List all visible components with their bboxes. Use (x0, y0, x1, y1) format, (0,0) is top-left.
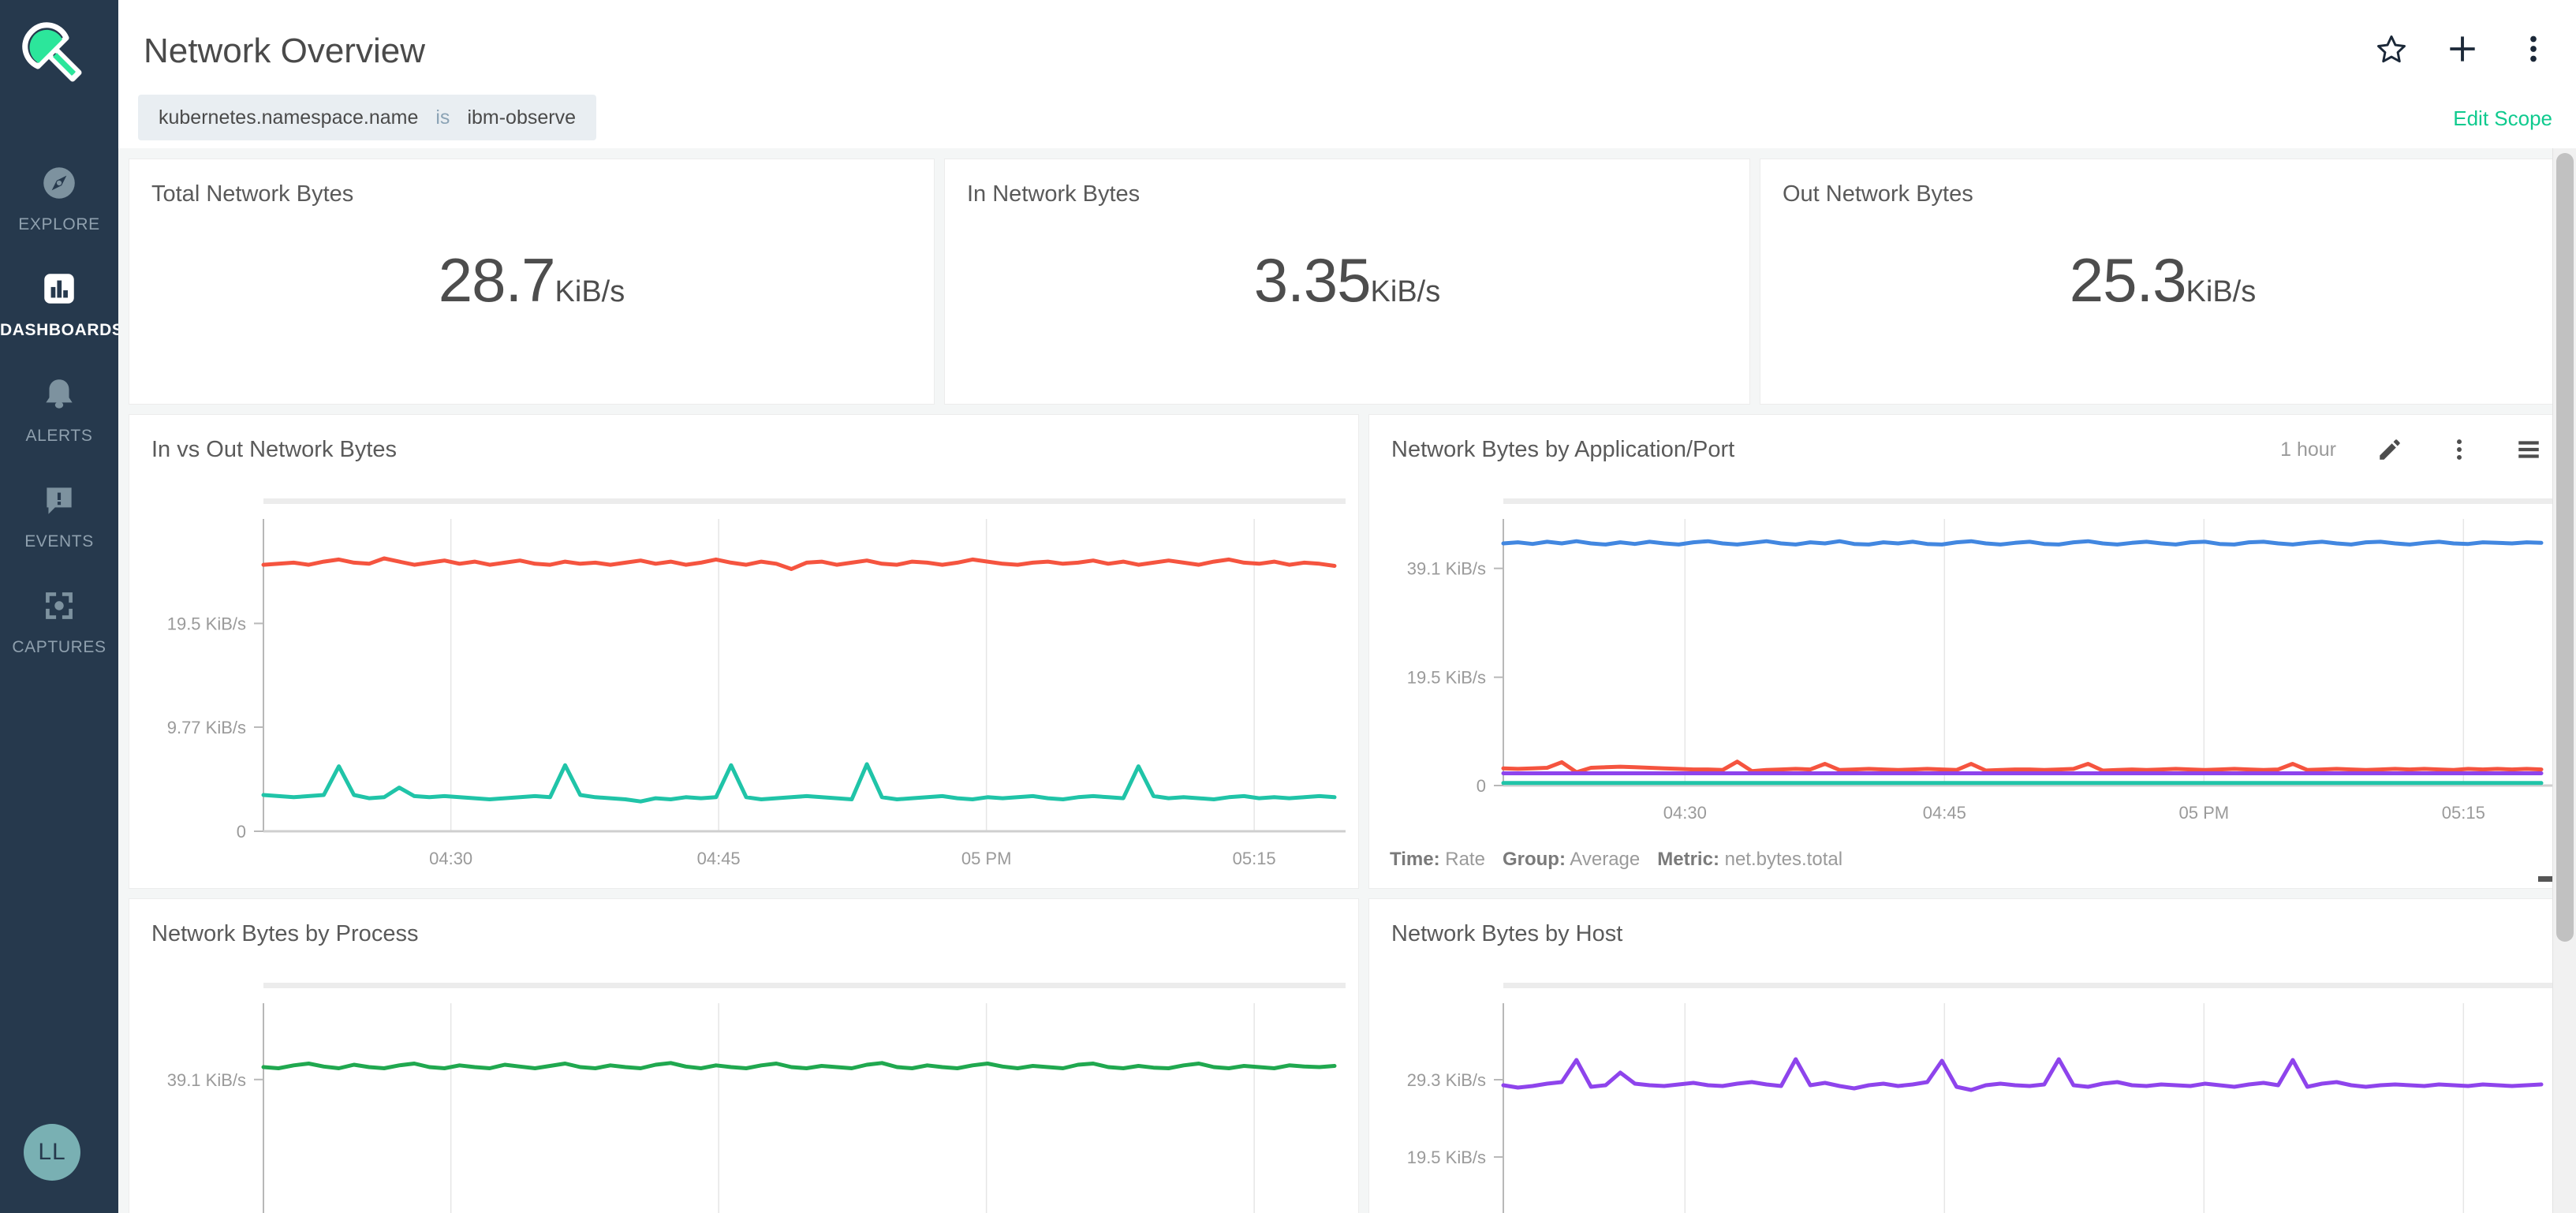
footer-group-value: Average (1570, 849, 1641, 870)
scope-key: kubernetes.namespace.name (159, 106, 419, 129)
summary-unit: KiB/s (1370, 275, 1441, 308)
footer-time-label: Time: (1390, 849, 1440, 870)
main-content: Network Overview kubernetes.namespace.na… (118, 0, 2576, 1213)
svg-text:19.5 KiB/s: 19.5 KiB/s (1407, 1148, 1486, 1167)
summary-value-wrap: 3.35KiB/s (945, 244, 1749, 316)
list-view-icon[interactable] (2513, 434, 2544, 465)
summary-value-wrap: 25.3KiB/s (1760, 244, 2565, 316)
chart-by-process[interactable]: 39.1 KiB/s (129, 972, 1358, 1213)
summary-card-out[interactable]: Out Network Bytes 25.3KiB/s (1760, 159, 2565, 404)
panel-title: Network Bytes by Application/Port (1391, 437, 1735, 462)
panel-title: Network Bytes by Process (151, 921, 419, 946)
sidebar-item-alerts[interactable]: ALERTS (0, 357, 118, 463)
svg-text:19.5 KiB/s: 19.5 KiB/s (167, 614, 246, 633)
compass-icon (35, 159, 84, 207)
summary-unit: KiB/s (554, 275, 625, 308)
scope-value: ibm-observe (467, 106, 576, 129)
scope-filter-chip[interactable]: kubernetes.namespace.name is ibm-observe (138, 95, 596, 140)
svg-text:05 PM: 05 PM (961, 849, 1012, 868)
panel-title: In Network Bytes (967, 181, 1141, 207)
chart-row-2: Network Bytes by Process 39.1 KiB/s Netw… (129, 899, 2565, 1213)
topbar-actions (2373, 30, 2552, 68)
sidebar-nav: EXPLORE DASHBOARDS ALERTS EVENTS CAPTURE… (0, 146, 124, 674)
vertical-scrollbar[interactable] (2552, 148, 2576, 1213)
summary-unit: KiB/s (2186, 275, 2257, 308)
footer-metric-label: Metric: (1657, 849, 1719, 870)
svg-text:05:15: 05:15 (1233, 849, 1276, 868)
edit-pencil-icon[interactable] (2374, 434, 2406, 465)
panel-by-app-port[interactable]: Network Bytes by Application/Port 1 hour (1369, 415, 2565, 888)
kebab-menu-icon[interactable] (2443, 434, 2475, 465)
panel-in-vs-out[interactable]: In vs Out Network Bytes 0 9.77 KiB/s 19.5 … (129, 415, 1358, 888)
svg-text:04:45: 04:45 (697, 849, 741, 868)
summary-value: 3.35 (1253, 245, 1372, 315)
svg-text:04:45: 04:45 (1923, 803, 1966, 823)
panel-title: In vs Out Network Bytes (151, 437, 398, 462)
speech-bubble-alert-icon (35, 476, 84, 524)
chart-by-host[interactable]: 19.5 KiB/s 29.3 KiB/s (1369, 972, 2565, 1213)
sidebar-item-label: ALERTS (25, 427, 93, 445)
chart-in-vs-out[interactable]: 0 9.77 KiB/s 19.5 KiB/s 04:30 04:45 05 PM 05:1… (129, 487, 1358, 888)
kebab-menu-icon[interactable] (2514, 30, 2552, 68)
svg-text:04:30: 04:30 (429, 849, 472, 868)
bar-chart-icon (35, 264, 84, 313)
panel-title: Network Bytes by Host (1391, 921, 1623, 946)
capture-target-icon (35, 581, 84, 630)
sidebar-item-label: DASHBOARDS (0, 321, 124, 339)
svg-text:05 PM: 05 PM (2179, 803, 2230, 823)
summary-card-in[interactable]: In Network Bytes 3.35KiB/s (945, 159, 1749, 404)
chart-row-1: In vs Out Network Bytes 0 9.77 KiB/s 19.5 … (129, 415, 2565, 888)
edit-scope-button[interactable]: Edit Scope (2453, 106, 2552, 131)
svg-text:05:15: 05:15 (2442, 803, 2485, 823)
chart-by-app-port[interactable]: 0 19.5 KiB/s 39.1 KiB/s 04:30 04:45 05 PM 05:1… (1369, 487, 2565, 842)
sidebar-item-captures[interactable]: CAPTURES (0, 569, 118, 674)
panel-by-process[interactable]: Network Bytes by Process 39.1 KiB/s (129, 899, 1358, 1213)
panel-by-host[interactable]: Network Bytes by Host 19.5 KiB/s 29.3 KiB… (1369, 899, 2565, 1213)
footer-metric-value: net.bytes.total (1724, 849, 1843, 870)
plus-icon[interactable] (2443, 30, 2481, 68)
sidebar-item-label: EVENTS (24, 532, 94, 551)
summary-row: Total Network Bytes 28.7KiB/s In Network… (129, 159, 2565, 404)
panel-footer: Time: Rate Group: Average Metric: net.byte… (1390, 849, 1860, 871)
summary-value: 28.7 (438, 245, 556, 315)
app-root: EXPLORE DASHBOARDS ALERTS EVENTS CAPTURE… (0, 0, 2576, 1213)
sidebar-item-events[interactable]: EVENTS (0, 463, 118, 569)
sidebar-item-label: EXPLORE (18, 215, 100, 233)
scrollbar-thumb[interactable] (2556, 153, 2574, 942)
dashboard-board: Total Network Bytes 28.7KiB/s In Network… (118, 148, 2576, 1213)
sidebar-item-label: CAPTURES (12, 638, 106, 656)
svg-text:04:30: 04:30 (1663, 803, 1707, 823)
panel-time-range[interactable]: 1 hour (2280, 439, 2336, 461)
footer-time-value: Rate (1445, 849, 1485, 870)
summary-card-total[interactable]: Total Network Bytes 28.7KiB/s (129, 159, 934, 404)
svg-text:29.3 KiB/s: 29.3 KiB/s (1407, 1070, 1486, 1090)
panel-toolbar: 1 hour (2280, 434, 2544, 465)
sidebar-item-explore[interactable]: EXPLORE (0, 146, 118, 252)
svg-text:0: 0 (237, 822, 246, 842)
panel-title: Out Network Bytes (1783, 181, 1973, 207)
page-title: Network Overview (144, 32, 425, 70)
svg-text:19.5 KiB/s: 19.5 KiB/s (1407, 668, 1486, 688)
svg-text:9.77 KiB/s: 9.77 KiB/s (167, 718, 246, 737)
svg-text:0: 0 (1477, 776, 1486, 796)
avatar[interactable]: LL (24, 1124, 80, 1181)
star-icon[interactable] (2373, 30, 2410, 68)
scope-operator: is (435, 106, 450, 129)
sysdig-trowel-logo[interactable] (17, 17, 96, 96)
bell-icon (35, 370, 84, 419)
summary-value-wrap: 28.7KiB/s (129, 244, 934, 316)
sidebar: EXPLORE DASHBOARDS ALERTS EVENTS CAPTURE… (0, 0, 124, 1213)
summary-value: 25.3 (2069, 245, 2187, 315)
svg-text:39.1 KiB/s: 39.1 KiB/s (167, 1070, 246, 1090)
footer-group-label: Group: (1502, 849, 1566, 870)
topbar: Network Overview kubernetes.namespace.na… (118, 0, 2576, 148)
sidebar-item-dashboards[interactable]: DASHBOARDS (0, 252, 124, 357)
svg-text:39.1 KiB/s: 39.1 KiB/s (1407, 559, 1486, 579)
panel-title: Total Network Bytes (151, 181, 354, 207)
